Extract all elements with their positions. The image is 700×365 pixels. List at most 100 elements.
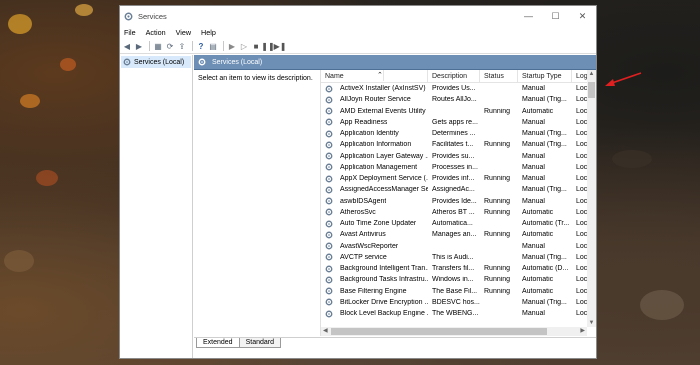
menu-view[interactable]: View [176, 28, 191, 37]
service-name-cell: Block Level Backup Engine ... [321, 310, 428, 318]
service-name-cell: AvastWscReporter [321, 242, 428, 250]
tab-standard[interactable]: Standard [238, 338, 282, 348]
menu-action[interactable]: Action [146, 28, 166, 37]
table-row[interactable]: Application Management Processes in... Man… [321, 162, 596, 173]
scroll-down-icon[interactable]: ▼ [587, 320, 596, 326]
table-row[interactable]: BitLocker Drive Encryption ... BDESVC hos… [321, 297, 596, 308]
service-name-cell: ActiveX Installer (AxInstSV) [321, 85, 428, 93]
table-row[interactable]: App Readiness Gets apps re... Manual Loc [321, 117, 596, 128]
service-name-cell: aswbIDSAgent [321, 197, 428, 205]
restart-service-icon[interactable]: ▶❚ [274, 41, 287, 51]
service-description-cell: Provides su... [432, 152, 475, 160]
properties-icon[interactable]: ▤ [208, 41, 218, 51]
service-description-cell: Automatica... [432, 220, 473, 228]
table-row[interactable]: aswbIDSAgent Provides Ide... Running Manual… [321, 196, 596, 207]
table-row[interactable]: AVCTP service This is Audi... Manual (Trig… [321, 252, 596, 263]
service-description-cell: Determines ... [432, 130, 476, 138]
service-startup-cell: Manual (Trig... [522, 141, 567, 149]
services-gear-icon [198, 58, 206, 66]
forward-icon[interactable]: ▶ [134, 41, 144, 51]
tree-item-services-local[interactable]: Services (Local) [121, 56, 191, 68]
tree-item-label: Services (Local) [134, 58, 185, 66]
service-description-cell: AssignedAc... [432, 186, 475, 194]
maximize-button[interactable]: ☐ [542, 11, 569, 22]
service-gear-icon [325, 175, 333, 183]
minimize-button[interactable]: — [515, 11, 542, 22]
tab-extended[interactable]: Extended [196, 338, 240, 348]
service-startup-cell: Manual [522, 175, 545, 183]
service-startup-cell: Automatic [522, 107, 554, 115]
table-row[interactable]: Background Intelligent Tran... Transfers … [321, 263, 596, 274]
pause-service-icon[interactable]: ❚❚ [261, 41, 274, 51]
service-description-cell: Gets apps re... [432, 118, 478, 126]
service-name: ActiveX Installer (AxInstSV) [340, 85, 426, 93]
table-row[interactable]: Application Information Facilitates t... R… [321, 139, 596, 150]
table-row[interactable]: AMD External Events Utility Running Automa… [321, 106, 596, 117]
scroll-left-icon[interactable]: ◀ [323, 327, 328, 334]
horizontal-scroll-thumb[interactable] [331, 328, 547, 335]
scroll-up-icon[interactable]: ▲ [587, 71, 596, 77]
service-startup-cell: Manual [522, 152, 545, 160]
title-bar[interactable]: Services — ☐ ✕ [120, 6, 596, 26]
table-row[interactable]: Block Level Backup Engine ... The WBENG..… [321, 308, 596, 319]
refresh-icon[interactable]: ⟳ [165, 41, 175, 51]
stop-service-icon[interactable]: ■ [251, 41, 261, 51]
table-row[interactable]: AllJoyn Router Service Routes AllJo... Man… [321, 94, 596, 105]
table-row[interactable]: AtherosSvc Atheros BT ... Running Automatic… [321, 207, 596, 218]
service-startup-cell: Manual (Trig... [522, 130, 567, 138]
start-service-alt-icon[interactable]: ▷ [239, 41, 249, 51]
service-gear-icon [325, 118, 333, 126]
toolbar-separator [149, 41, 150, 51]
service-name-cell: Auto Time Zone Updater [321, 220, 428, 228]
column-header-startup-type[interactable]: Startup Type [518, 70, 572, 82]
table-row[interactable]: Application Identity Determines ... Manual… [321, 128, 596, 139]
service-startup-cell: Manual (Trig... [522, 298, 567, 306]
help-icon[interactable]: ? [196, 41, 206, 51]
service-name-cell: Background Tasks Infrastru... [321, 276, 428, 284]
table-row[interactable]: Base Filtering Engine The Base Fil... Runn… [321, 286, 596, 297]
sort-ascending-icon: ⌃ [373, 70, 384, 81]
service-description-cell: This is Audi... [432, 253, 474, 261]
services-app-icon [124, 12, 133, 20]
pane-header: Services (Local) [194, 55, 596, 70]
table-row[interactable]: ActiveX Installer (AxInstSV) Provides Us.… [321, 83, 596, 94]
export-list-icon[interactable]: ⇪ [177, 41, 187, 51]
wallpaper-leaf [612, 150, 652, 168]
back-icon[interactable]: ◀ [122, 41, 132, 51]
table-row[interactable]: Background Tasks Infrastru... Windows in.… [321, 274, 596, 285]
service-name-cell: AssignedAccessManager Se... [321, 186, 428, 194]
column-header-description[interactable]: Description [428, 70, 480, 82]
menu-file[interactable]: File [124, 28, 136, 37]
service-gear-icon [325, 141, 333, 149]
service-name-cell: AppX Deployment Service (... [321, 175, 428, 183]
service-name: Base Filtering Engine [340, 287, 407, 295]
service-name: AtherosSvc [340, 208, 376, 216]
table-row[interactable]: Application Layer Gateway ... Provides su… [321, 151, 596, 162]
vertical-scroll-thumb[interactable] [588, 82, 595, 98]
show-hide-tree-icon[interactable]: ▦ [153, 41, 163, 51]
menu-help[interactable]: Help [201, 28, 216, 37]
start-service-icon[interactable]: ▶ [227, 41, 237, 51]
table-row[interactable]: Avast Antivirus Manages an... Running Autom… [321, 229, 596, 240]
vertical-scrollbar[interactable]: ▲ ▼ [587, 70, 596, 327]
service-name-cell: Application Information [321, 141, 428, 149]
services-window: Services — ☐ ✕ File Action View Help ◀ ▶… [119, 5, 597, 359]
service-gear-icon [325, 130, 333, 138]
services-list: ⌃ Name Description Status Startup Type L… [320, 70, 596, 336]
table-row[interactable]: Auto Time Zone Updater Automatica... Autom… [321, 218, 596, 229]
column-header-row: ⌃ Name Description Status Startup Type L… [321, 70, 596, 83]
service-startup-cell: Manual [522, 310, 545, 318]
column-header-status[interactable]: Status [480, 70, 518, 82]
table-row[interactable]: AssignedAccessManager Se... AssignedAc...… [321, 184, 596, 195]
service-gear-icon [325, 208, 333, 216]
service-name-cell: Background Intelligent Tran... [321, 265, 428, 273]
close-button[interactable]: ✕ [569, 11, 596, 22]
service-gear-icon [325, 276, 333, 284]
horizontal-scrollbar[interactable]: ◀ ▶ [321, 327, 587, 336]
service-gear-icon [325, 152, 333, 160]
table-row[interactable]: AppX Deployment Service (... Provides inf… [321, 173, 596, 184]
scroll-right-icon[interactable]: ▶ [580, 327, 585, 334]
red-arrow-icon [605, 72, 642, 86]
table-row[interactable]: AvastWscReporter Manual Loc [321, 241, 596, 252]
service-description-cell: The Base Fil... [432, 287, 478, 295]
